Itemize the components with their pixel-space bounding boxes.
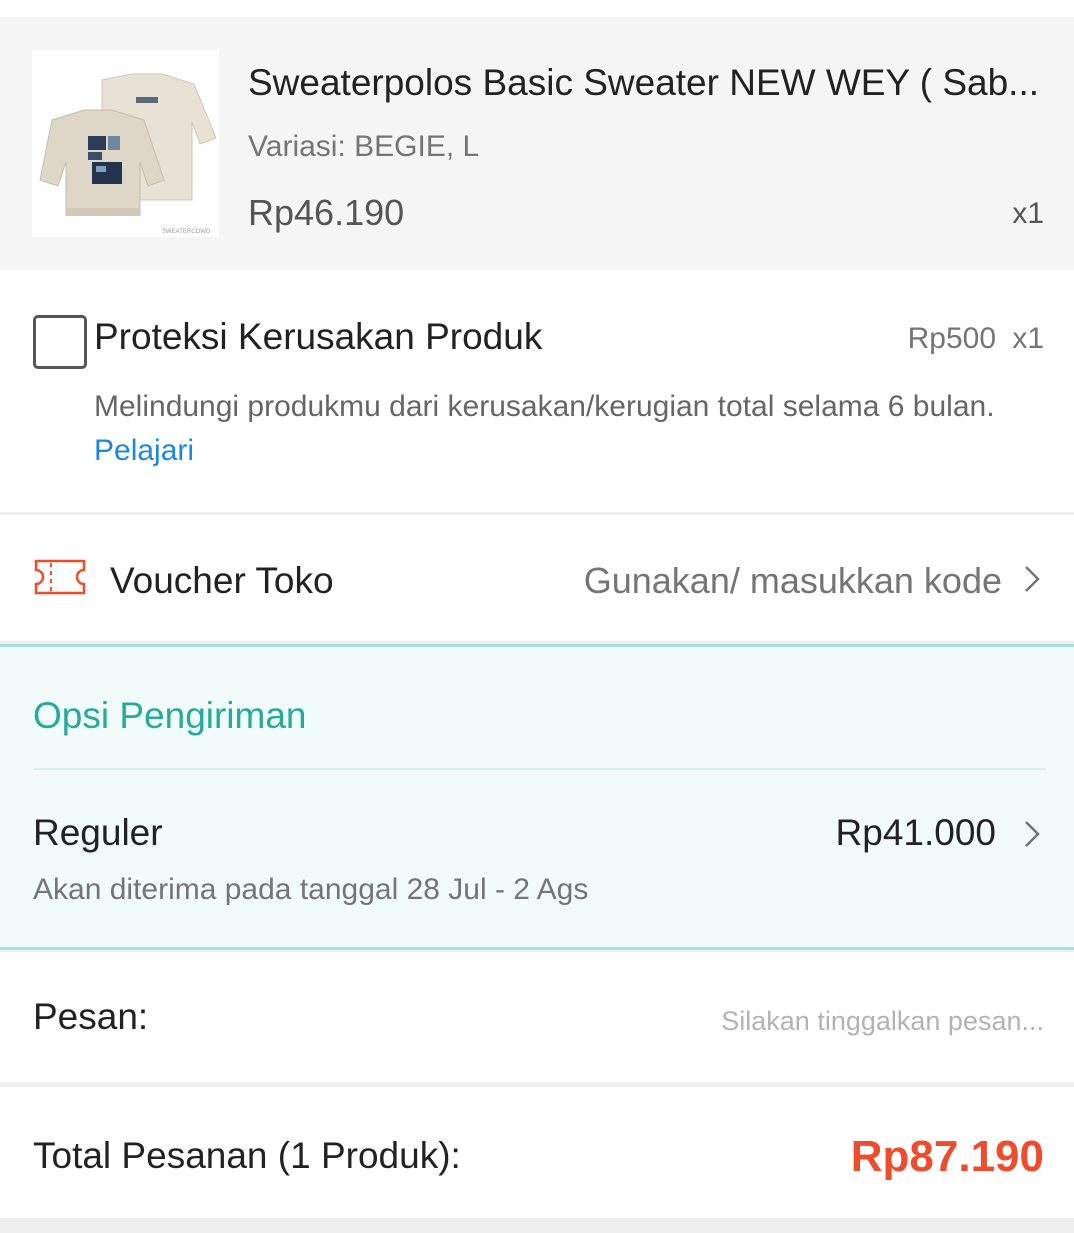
chevron-right-icon[interactable] [1020, 816, 1044, 852]
product-image: SWEATERCOWD [32, 50, 219, 237]
learn-more-link[interactable]: Pelajari [94, 434, 194, 467]
shop-voucher-row[interactable]: Voucher Toko Gunakan/ masukkan kode [0, 515, 1074, 641]
order-total-row: Total Pesanan (1 Produk): Rp87.190 [0, 1087, 1074, 1218]
protection-section: Proteksi Kerusakan Produk Rp500 x1 Melin… [0, 270, 1074, 512]
shipping-heading: Opsi Pengiriman [33, 695, 307, 736]
voucher-label: Voucher Toko [110, 560, 334, 601]
voucher-code-action[interactable]: Gunakan/ masukkan kode [584, 560, 1002, 602]
protection-quantity: x1 [1012, 322, 1044, 355]
product-title: Sweaterpolos Basic Sweater NEW WEY ( Sab… [248, 62, 1040, 103]
protection-description: Melindungi produkmu dari kerusakan/kerug… [94, 385, 1024, 473]
chevron-right-icon [1025, 566, 1040, 592]
divider [33, 768, 1046, 770]
message-input[interactable] [524, 1001, 1044, 1041]
product-price: Rp46.190 [248, 192, 405, 233]
top-spacer [0, 0, 1074, 17]
svg-text:SWEATERCOWD: SWEATERCOWD [162, 229, 211, 235]
shipping-method[interactable]: Reguler [33, 812, 163, 854]
ticket-icon [34, 559, 86, 595]
message-row: Pesan: [0, 952, 1074, 1082]
shipping-options: Opsi Pengiriman Reguler Rp41.000 Akan di… [0, 644, 1074, 950]
protection-price: Rp500 [907, 322, 996, 355]
shipping-eta: Akan diterima pada tanggal 28 Jul - 2 Ag… [33, 873, 589, 906]
protection-description-text: Melindungi produkmu dari kerusakan/kerug… [94, 390, 995, 423]
order-total-label: Total Pesanan (1 Produk): [33, 1135, 461, 1176]
product-variant: Variasi: BEGIE, L [248, 130, 480, 163]
order-total-value: Rp87.190 [850, 1132, 1044, 1181]
shipping-price: Rp41.000 [835, 812, 996, 853]
protection-title: Proteksi Kerusakan Produk [94, 316, 543, 357]
product-item[interactable]: SWEATERCOWD Sweaterpolos Basic Sweater N… [0, 17, 1074, 270]
protection-checkbox[interactable] [33, 315, 87, 369]
message-label: Pesan: [33, 996, 149, 1037]
product-quantity: x1 [1012, 197, 1044, 230]
